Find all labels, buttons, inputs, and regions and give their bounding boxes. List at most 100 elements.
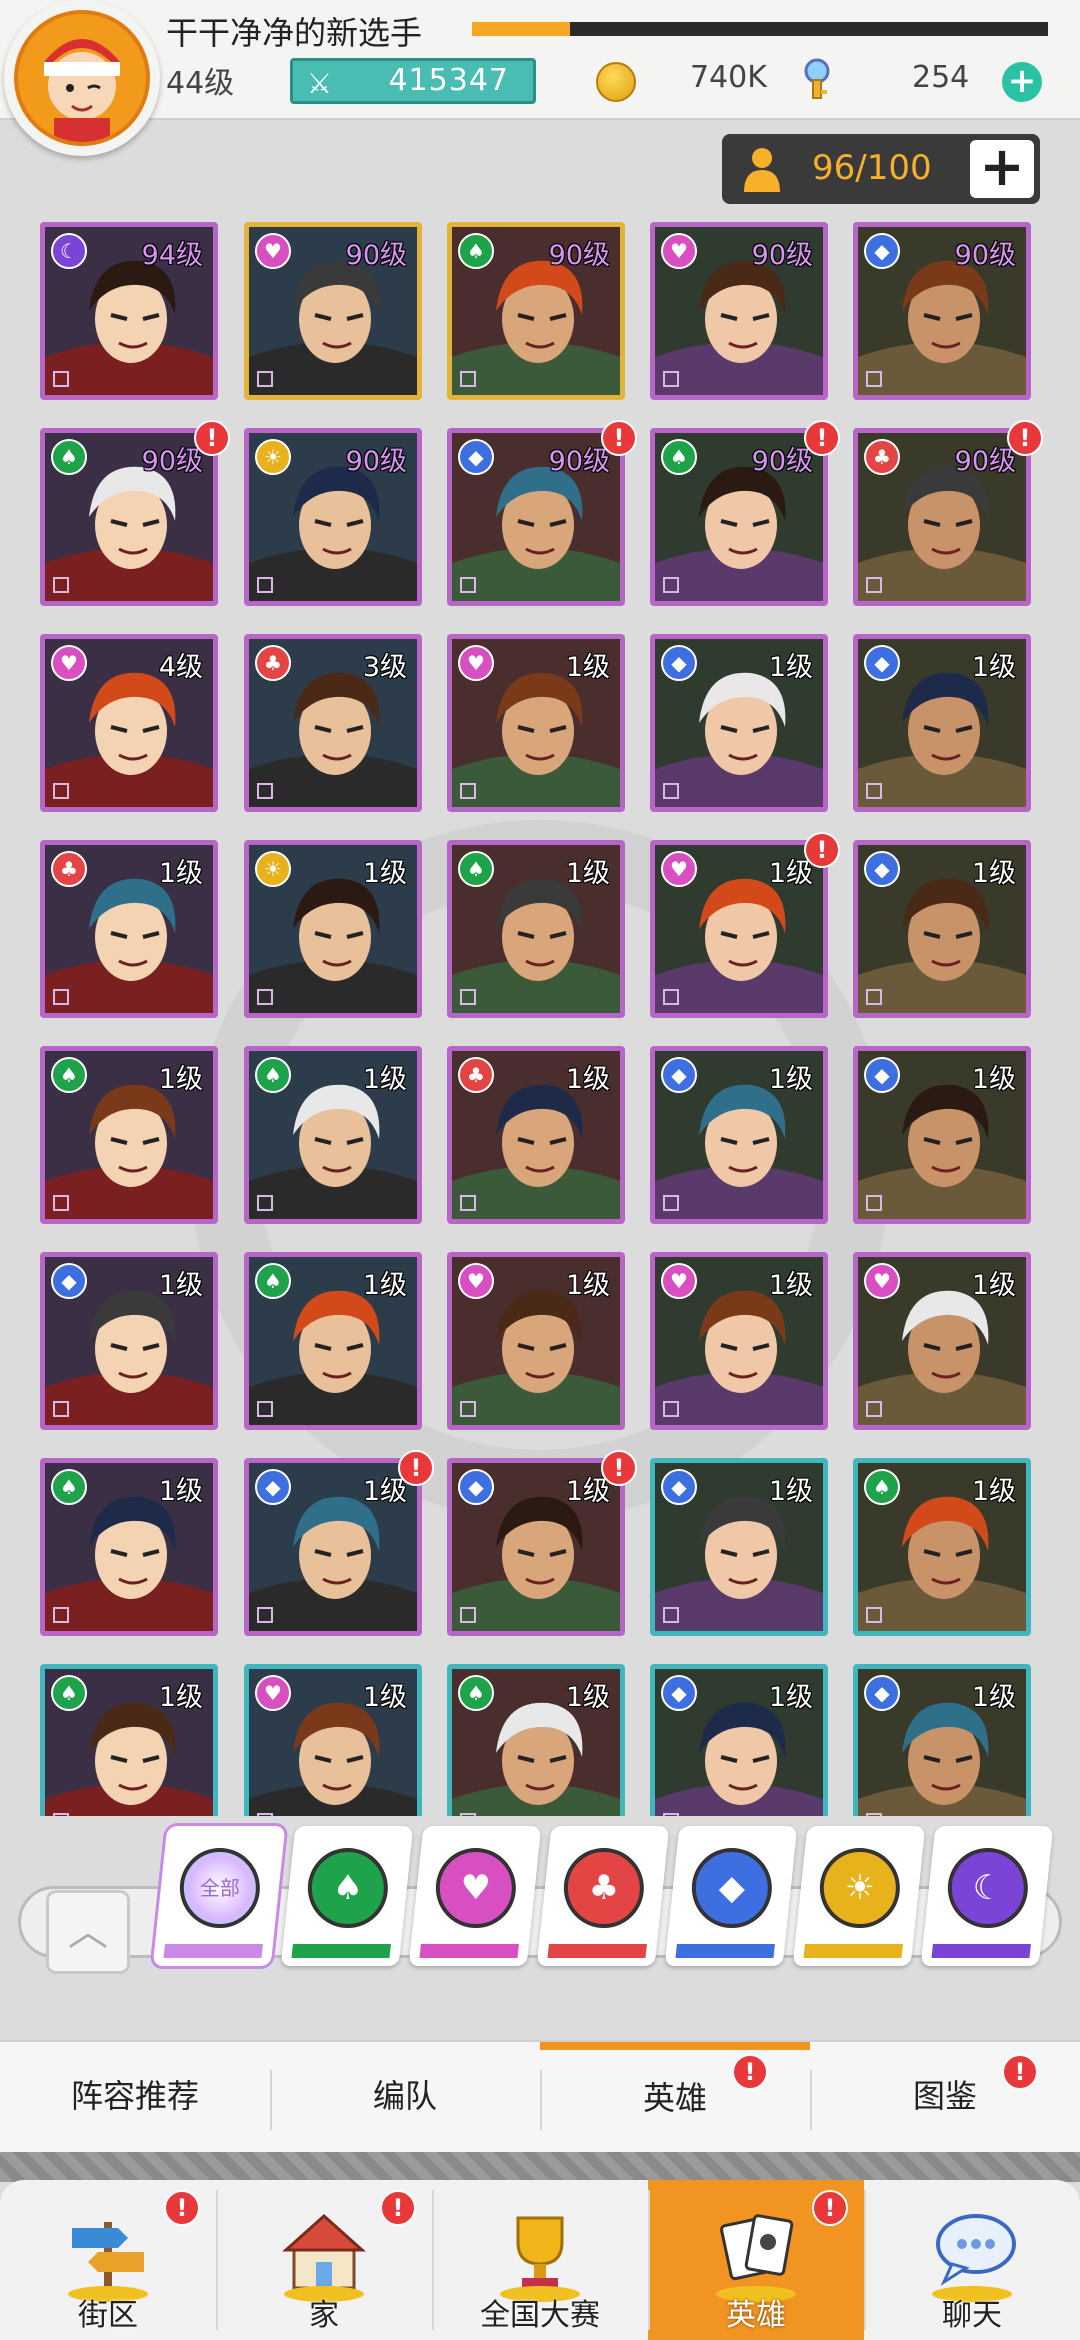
faction-color-stripe [419,1944,519,1958]
hero-card[interactable]: ☀ 1级 [244,840,422,1018]
hero-card[interactable]: ♣ 1级 [40,840,218,1018]
nav-tab-label: 街区 [78,2298,138,2333]
hero-card[interactable]: ◆ 90级 [853,222,1031,400]
hero-card[interactable]: ◆ 1级 [650,1664,828,1816]
hero-level: 1级 [362,1064,407,1095]
pink-faction-icon: ♥ [435,1848,516,1928]
hero-card[interactable]: ◆ 1级 [650,634,828,812]
hero-card[interactable]: ◆ 1级 [650,1046,828,1224]
hero-card[interactable]: ♠ 1级 [447,840,625,1018]
gold-faction-icon: ☀ [255,439,291,475]
hero-card[interactable]: ♠ 1级 [853,1458,1031,1636]
hero-card[interactable]: ♣ 3级 [244,634,422,812]
hero-card[interactable]: ♥ 1级 [650,1252,828,1430]
hero-card[interactable]: ♠ 1级 [40,1664,218,1816]
faction-filter-purple[interactable]: ☾ [920,1826,1054,1966]
rank-square-icon [866,1195,882,1211]
hero-card[interactable]: ◆ 1级 [853,634,1031,812]
avatar-image [14,10,150,146]
rank-square-icon [460,1195,476,1211]
hero-card[interactable]: ◆ 90级 [447,428,625,606]
nav-tab[interactable]: 聊天 [864,2180,1080,2340]
purple-faction-icon: ☾ [947,1848,1028,1928]
sub-tab[interactable]: 阵容推荐 [0,2042,270,2154]
hero-card[interactable]: ♥ 1级 [447,1252,625,1430]
hero-card[interactable]: ♣ 1级 [447,1046,625,1224]
hero-card[interactable]: ◆ 1级 [650,1458,828,1636]
faction-filter-pink[interactable]: ♥ [408,1826,542,1966]
rank-square-icon [460,989,476,1005]
rank-square-icon [866,989,882,1005]
nav-divider [432,2190,434,2330]
hero-level: 1级 [565,652,610,683]
hero-card[interactable]: ♠ 90级 [40,428,218,606]
blue-faction-icon: ◆ [864,645,900,681]
hero-level: 1级 [362,1270,407,1301]
pink-faction-icon: ♥ [458,1263,494,1299]
blue-faction-icon: ◆ [864,851,900,887]
alert-badge-icon: ! [1002,2054,1038,2090]
rank-square-icon [53,989,69,1005]
hero-card[interactable]: ◆ 1级 [853,1664,1031,1816]
hero-card[interactable]: ♠ 1级 [40,1046,218,1224]
pink-faction-icon: ♥ [255,1675,291,1711]
gold-faction-icon: ☀ [819,1848,900,1928]
nav-tab-label: 家 [309,2298,339,2333]
hero-card[interactable]: ♠ 90级 [650,428,828,606]
hero-card[interactable]: ♥ 1级 [244,1664,422,1816]
hero-card[interactable]: ♥ 1级 [447,634,625,812]
faction-filter-red[interactable]: ♣ [536,1826,670,1966]
hero-card[interactable]: ◆ 1级 [853,840,1031,1018]
tab-divider [270,2070,272,2130]
sub-tab[interactable]: 编队 [270,2042,540,2154]
player-name: 干干净净的新选手 [166,14,423,52]
hero-level: 1级 [158,1476,203,1507]
hero-level: 90级 [548,240,610,271]
hero-card[interactable]: ♥ 1级 [650,840,828,1018]
green-faction-icon: ♠ [51,1675,87,1711]
rank-square-icon [866,577,882,593]
hero-card[interactable]: ♥ 90级 [244,222,422,400]
hero-card[interactable]: ♠ 1级 [244,1046,422,1224]
green-faction-icon: ♠ [864,1469,900,1505]
hero-card[interactable]: ☾ 94级 [40,222,218,400]
signpost-icon [68,2222,148,2302]
hero-card[interactable]: ♠ 1级 [447,1664,625,1816]
faction-filter-blue[interactable]: ◆ [664,1826,798,1966]
hero-level: 1级 [362,858,407,889]
faction-filter-all[interactable]: 全部 [152,1826,286,1966]
faction-filter-green[interactable]: ♠ [280,1826,414,1966]
hero-level: 90级 [954,446,1016,477]
rank-square-icon [460,371,476,387]
rank-square-icon [460,577,476,593]
hero-card[interactable]: ♠ 90级 [447,222,625,400]
player-avatar[interactable] [4,0,160,156]
hero-card[interactable]: ♥ 4级 [40,634,218,812]
hero-level: 90级 [141,446,203,477]
hero-card[interactable]: ♠ 1级 [244,1252,422,1430]
nav-tab[interactable]: 全国大赛 [432,2180,648,2340]
hero-card[interactable]: ◆ 1级 [853,1046,1031,1224]
hero-card[interactable]: ♣ 90级 [853,428,1031,606]
hero-card[interactable]: ♥ 1级 [853,1252,1031,1430]
green-faction-icon: ♠ [307,1848,388,1928]
sub-tab[interactable]: 图鉴 [810,2042,1080,2154]
hero-card[interactable]: ♥ 90级 [650,222,828,400]
faction-filter-gold[interactable]: ☀ [792,1826,926,1966]
pink-faction-icon: ♥ [255,233,291,269]
sub-tab[interactable]: 英雄 [540,2042,810,2154]
add-currency-button[interactable]: + [1002,62,1042,102]
hero-card[interactable]: ♠ 1级 [40,1458,218,1636]
hero-card[interactable]: ◆ 1级 [40,1252,218,1430]
hero-level: 1级 [768,1270,813,1301]
hero-level: 90级 [954,240,1016,271]
rank-square-icon [866,1401,882,1417]
pink-faction-icon: ♥ [661,1263,697,1299]
hero-card[interactable]: ◆ 1级 [244,1458,422,1636]
hero-level: 90级 [751,446,813,477]
hero-card[interactable]: ◆ 1级 [447,1458,625,1636]
expand-capacity-button[interactable]: + [970,140,1034,198]
hero-card[interactable]: ☀ 90级 [244,428,422,606]
rank-square-icon [53,577,69,593]
scroll-to-top-button[interactable]: ︿ [46,1890,130,1974]
